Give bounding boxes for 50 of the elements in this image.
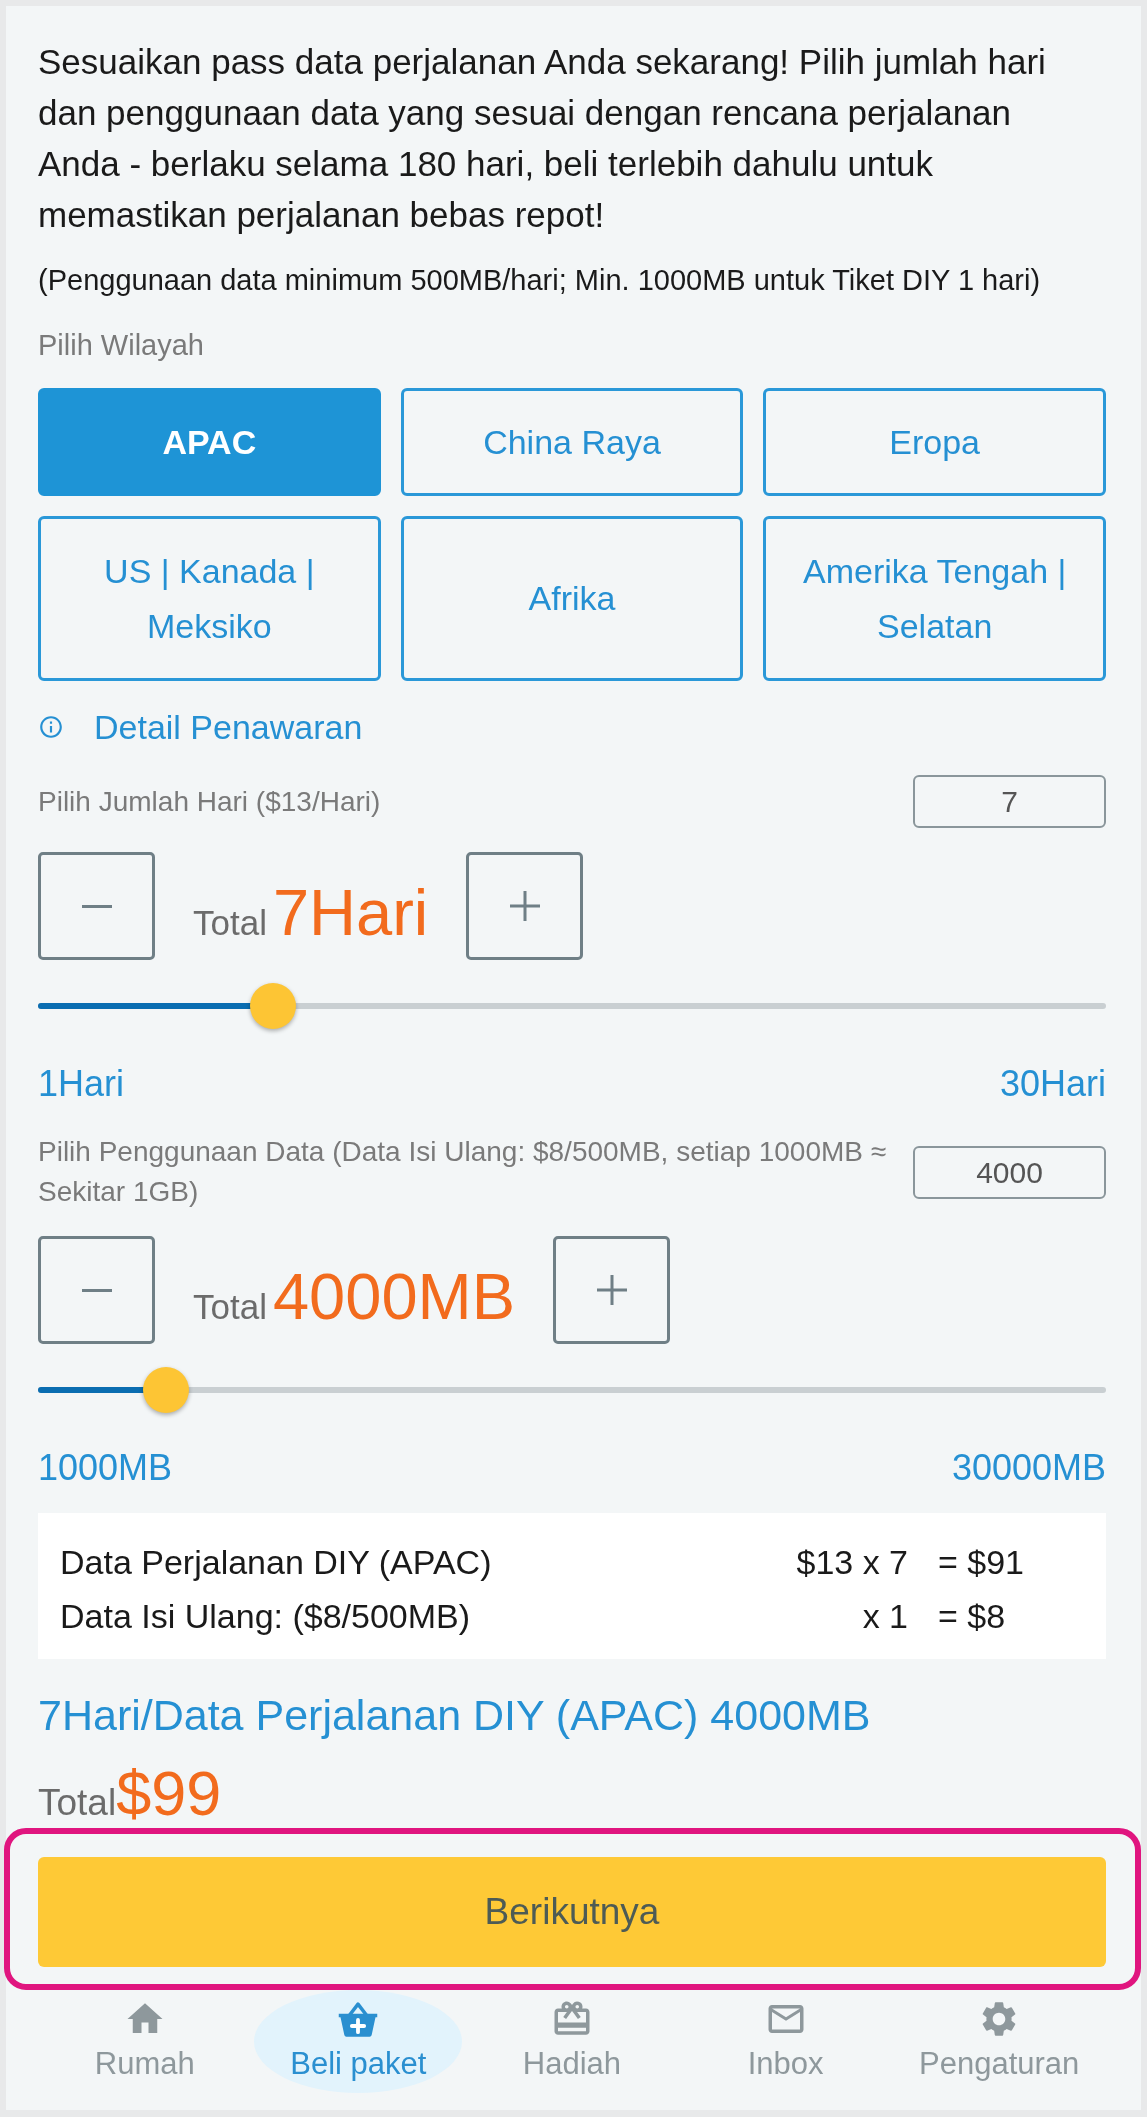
decrease-button[interactable] [38, 1236, 155, 1344]
days-input[interactable]: 7 [913, 775, 1106, 828]
total-label: Total [38, 1781, 117, 1825]
summary-item: Data Isi Ulang: ($8/500MB) [60, 1596, 472, 1637]
nav-tab[interactable]: Pengaturan [895, 1989, 1104, 2093]
days-slider-track[interactable] [38, 1003, 1106, 1009]
data-input[interactable]: 4000 [913, 1145, 1106, 1199]
minus-icon [81, 1288, 112, 1292]
decrease-button[interactable] [38, 852, 155, 960]
region-option[interactable]: Amerika Tengah | Selatan [763, 516, 1106, 681]
data-slider-track[interactable] [38, 1387, 1106, 1393]
detail-link[interactable]: Detail Penawaran [38, 705, 1106, 749]
region-option[interactable]: China Raya [400, 388, 744, 496]
nav-tab[interactable]: Inbox [681, 1989, 890, 2093]
plus-icon [509, 891, 540, 921]
summary-quantity: x 1 [861, 1596, 908, 1637]
summary-item: Data Perjalanan DIY (APAC) [60, 1542, 493, 1583]
region-label: Pilih Wilayah [38, 328, 205, 362]
region-option[interactable]: Afrika [400, 516, 744, 681]
slider-max-label: 30000MB [951, 1449, 1106, 1487]
plan-title: 7Hari/Data Perjalanan DIY (APAC) 4000MB [38, 1690, 872, 1741]
increase-button[interactable] [466, 852, 584, 960]
slider-max-label: 30Hari [999, 1065, 1106, 1103]
region-option[interactable]: Eropa [763, 388, 1106, 496]
increase-button[interactable] [553, 1236, 671, 1344]
nav-tab[interactable]: Beli paket [254, 1989, 463, 2093]
minus-icon [81, 904, 112, 908]
days-label: Pilih Jumlah Hari ($13/Hari) [38, 784, 382, 819]
next-button[interactable]: Berikutnya [38, 1856, 1106, 1967]
usage-note: (Penggunaan data minimum 500MB/hari; Min. 1000MB untuk Tiket DIY 1 hari) [38, 263, 1042, 298]
summary-amount: = $8 [938, 1596, 1007, 1637]
days-total-value: 7Hari [272, 875, 429, 951]
nav-tab[interactable]: Rumah [40, 1989, 249, 2093]
nav-tab[interactable]: Hadiah [468, 1989, 676, 2093]
slider-min-label: 1000MB [38, 1449, 173, 1487]
summary-quantity: $13 x 7 [796, 1542, 908, 1583]
days-slider-thumb[interactable] [249, 983, 296, 1029]
data-total-label: Total [193, 1286, 267, 1328]
plus-icon [596, 1275, 627, 1305]
region-option[interactable]: APAC [38, 388, 381, 496]
region-option[interactable]: US | Kanada | Meksiko [38, 516, 381, 681]
slider-min-label: 1Hari [38, 1065, 125, 1103]
summary-amount: = $91 [938, 1542, 1026, 1583]
data-total-value: 4000MB [272, 1259, 516, 1335]
info-icon [38, 714, 64, 740]
days-total-label: Total [193, 902, 267, 944]
total-amount: $99 [116, 1759, 222, 1827]
data-label: Pilih Penggunaan Data (Data Isi Ulang: $8/500MB, setiap 1000MB ≈ Sekitar 1GB) [38, 1135, 888, 1209]
data-slider-thumb[interactable] [143, 1367, 190, 1413]
intro-text: Sesuaikan pass data perjalanan Anda sekarang! Pilih jumlah hari dan penggunaan data yang sesuai dengan rencana perjalanan Anda - berlaku selama 180 hari, beli terlebih dahulu untuk memastikan perjalanan bebas repot! [38, 41, 1047, 236]
